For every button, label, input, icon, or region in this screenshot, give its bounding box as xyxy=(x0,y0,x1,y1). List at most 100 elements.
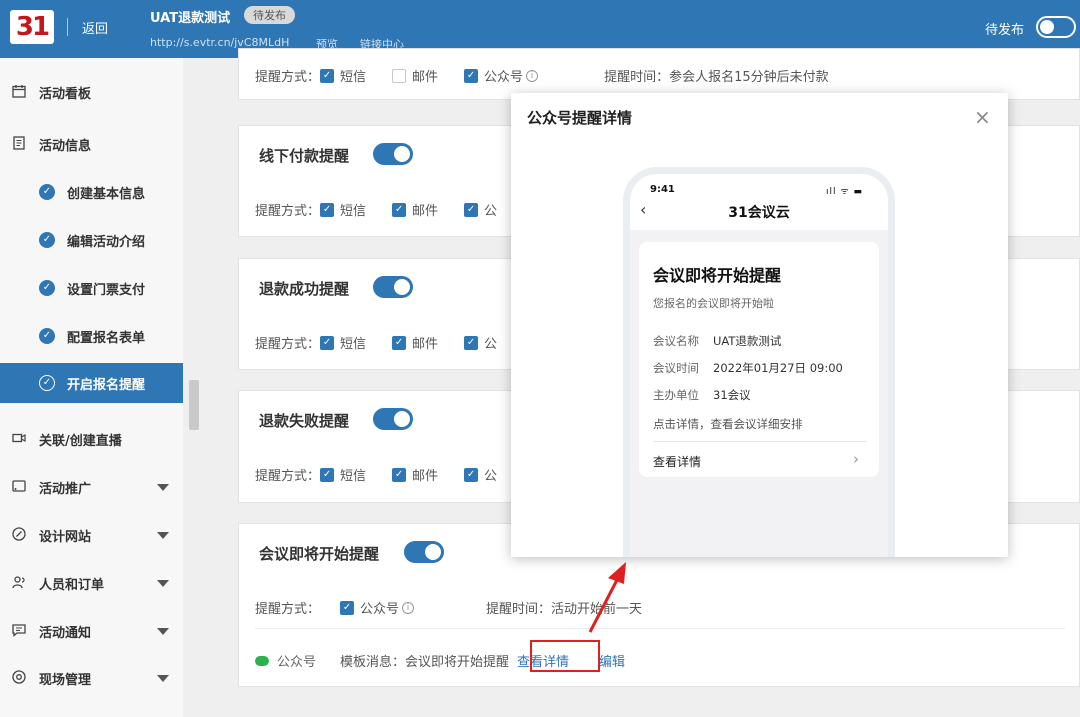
sidebar-subitem-basic-info[interactable]: ✓ 创建基本信息 xyxy=(0,170,183,214)
edit-link[interactable]: 编辑 xyxy=(599,651,625,670)
card-title: 退款成功提醒 xyxy=(259,280,350,298)
option-label: 公 xyxy=(484,337,498,352)
sidebar-item-label: 人员和订单 xyxy=(39,577,105,593)
sidebar-item-label: 配置报名表单 xyxy=(67,330,146,346)
publish-status-label: 待发布 xyxy=(985,23,1025,38)
sidebar-item-label: 设置门票支付 xyxy=(67,282,146,298)
logo-text: 31 xyxy=(15,12,50,42)
checkbox-checked-icon[interactable]: ✓ xyxy=(320,335,335,350)
sidebar-item-live[interactable]: 关联/创建直播 xyxy=(0,417,183,461)
option-sms[interactable]: ✓ 短信 xyxy=(320,465,366,484)
option-label: 公 xyxy=(484,469,498,484)
checkbox-checked-icon[interactable]: ✓ xyxy=(464,467,479,482)
option-email[interactable]: ✓ 邮件 xyxy=(392,465,438,484)
checkbox-unchecked-icon[interactable] xyxy=(392,68,407,83)
checkbox-checked-icon[interactable]: ✓ xyxy=(464,202,479,217)
option-wechat[interactable]: ✓ 公 xyxy=(464,200,497,219)
option-label: 公 xyxy=(484,204,498,219)
info-icon[interactable]: i xyxy=(526,69,539,82)
divider xyxy=(67,18,68,36)
option-wechat[interactable]: ✓ 公众号 i xyxy=(464,66,539,85)
checkbox-checked-icon[interactable]: ✓ xyxy=(392,467,407,482)
enable-toggle[interactable] xyxy=(373,143,413,165)
calendar-icon xyxy=(11,84,27,100)
divider xyxy=(255,628,1065,629)
sidebar-item-notifications[interactable]: 活动通知 xyxy=(0,609,183,653)
back-button[interactable]: 返回 xyxy=(82,18,108,37)
option-sms[interactable]: ✓ 短信 xyxy=(320,333,366,352)
option-sms[interactable]: ✓ 短信 xyxy=(320,200,366,219)
checkbox-checked-icon[interactable]: ✓ xyxy=(320,68,335,83)
phone-time: 9:41 xyxy=(650,184,675,195)
method-label: 提醒方式： xyxy=(255,337,321,352)
chevron-down-icon xyxy=(157,579,169,587)
enable-toggle[interactable] xyxy=(373,276,413,298)
option-email[interactable]: ✓ 邮件 xyxy=(392,200,438,219)
enable-toggle[interactable] xyxy=(373,408,413,430)
option-label: 邮件 xyxy=(412,469,439,484)
phone-preview: 9:41 ıll ᯤ ▬ ‹ 31会议云 会议即将开始提醒 您报名的会议即将开始… xyxy=(623,167,895,557)
option-label: 短信 xyxy=(340,70,367,85)
sidebar-item-onsite[interactable]: 现场管理 xyxy=(0,656,183,700)
chevron-right-icon: › xyxy=(853,450,859,468)
sidebar-item-event-info[interactable]: 活动信息 xyxy=(0,122,183,166)
checkbox-checked-icon[interactable]: ✓ xyxy=(392,335,407,350)
checkbox-checked-icon[interactable]: ✓ xyxy=(320,467,335,482)
option-wechat[interactable]: ✓ 公 xyxy=(464,465,497,484)
wechat-icon xyxy=(255,655,269,666)
option-label: 邮件 xyxy=(412,204,439,219)
row-value: 2022年01月27日 09:00 xyxy=(713,361,843,375)
sidebar-item-website[interactable]: 设计网站 xyxy=(0,513,183,557)
chevron-down-icon xyxy=(157,674,169,682)
wechat-reminder-modal: 公众号提醒详情 × 9:41 ıll ᯤ ▬ ‹ 31会议云 会议即将开始提醒 … xyxy=(511,93,1008,557)
sidebar-item-label: 创建基本信息 xyxy=(67,186,146,202)
cast-icon xyxy=(11,479,27,495)
highlight-box xyxy=(530,640,600,672)
sidebar-subitem-ticket[interactable]: ✓ 设置门票支付 xyxy=(0,266,183,310)
sidebar-subitem-reminder[interactable]: ✓ 开启报名提醒 xyxy=(0,363,183,403)
target-icon xyxy=(11,670,27,686)
option-wechat[interactable]: ✓ 公 xyxy=(464,333,497,352)
remind-time: 提醒时间：活动开始前一天 xyxy=(486,602,643,617)
phone-header: 9:41 ıll ᯤ ▬ ‹ 31会议云 xyxy=(630,174,888,230)
logo[interactable]: 31 xyxy=(10,10,54,44)
sidebar-item-label: 活动通知 xyxy=(39,625,92,641)
sidebar-collapse-handle[interactable] xyxy=(189,380,199,430)
checkbox-checked-icon[interactable]: ✓ xyxy=(464,335,479,350)
message-view-detail: 查看详情 xyxy=(653,455,702,469)
video-icon xyxy=(11,431,27,447)
sidebar-item-people-orders[interactable]: 人员和订单 xyxy=(0,561,183,605)
checkbox-checked-icon[interactable]: ✓ xyxy=(340,600,355,615)
method-row: 提醒方式： ✓ 短信 ✓ 邮件 ✓ 公 xyxy=(255,465,523,484)
users-icon xyxy=(11,575,27,591)
option-email[interactable]: 邮件 xyxy=(392,66,438,85)
template-message: 模板消息：会议即将开始提醒 xyxy=(340,655,510,670)
message-row: 会议名称 UAT退款测试 xyxy=(653,333,781,349)
method-row: 提醒方式： ✓ 短信 邮件 ✓ 公众号 i 提醒时间：参会人报名15分钟后未付款 xyxy=(255,66,829,85)
channel-label: 公众号 xyxy=(277,655,317,670)
option-wechat[interactable]: ✓ 公众号 i xyxy=(340,598,415,617)
status-badge: 待发布 xyxy=(244,6,295,24)
sidebar-item-label: 开启报名提醒 xyxy=(67,377,146,393)
sidebar-subitem-intro[interactable]: ✓ 编辑活动介绍 xyxy=(0,218,183,262)
sidebar-item-dashboard[interactable]: 活动看板 xyxy=(0,70,183,114)
account-name: 31会议云 xyxy=(728,205,790,221)
chevron-down-icon xyxy=(157,531,169,539)
checkbox-checked-icon[interactable]: ✓ xyxy=(392,202,407,217)
sidebar-item-label: 活动信息 xyxy=(39,138,92,154)
sidebar-item-promotion[interactable]: 活动推广 xyxy=(0,465,183,509)
publish-toggle[interactable] xyxy=(1036,16,1076,38)
checkbox-checked-icon[interactable]: ✓ xyxy=(320,202,335,217)
sidebar-subitem-form[interactable]: ✓ 配置报名表单 xyxy=(0,314,183,358)
row-value: UAT退款测试 xyxy=(713,334,782,348)
event-title: UAT退款测试 xyxy=(150,11,231,26)
checkbox-checked-icon[interactable]: ✓ xyxy=(464,68,479,83)
row-value: 31会议 xyxy=(713,388,751,402)
divider xyxy=(653,441,867,442)
option-sms[interactable]: ✓ 短信 xyxy=(320,66,366,85)
info-icon[interactable]: i xyxy=(402,601,415,614)
sidebar-item-label: 编辑活动介绍 xyxy=(67,234,146,250)
option-email[interactable]: ✓ 邮件 xyxy=(392,333,438,352)
close-icon[interactable]: × xyxy=(974,107,991,127)
enable-toggle[interactable] xyxy=(404,541,444,563)
